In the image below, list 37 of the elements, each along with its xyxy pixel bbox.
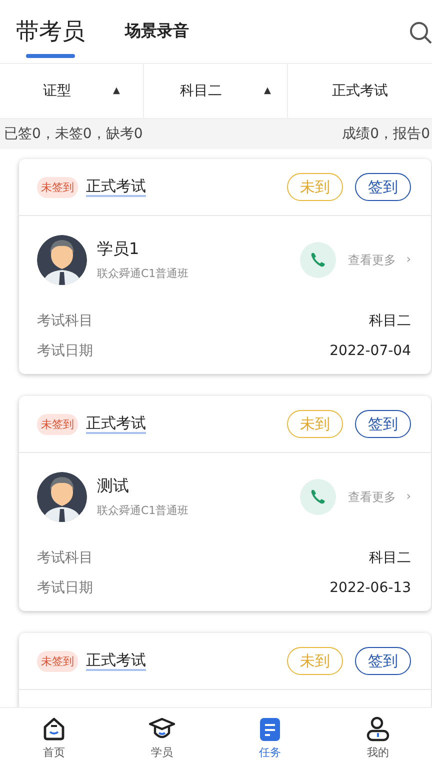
nav-tab[interactable]: 学员	[108, 708, 216, 768]
field-label: 考试日期	[37, 579, 93, 597]
field-value: 科目二	[369, 549, 411, 567]
field-value: 2022-06-13	[330, 580, 411, 596]
report-summary: 成绩0，报告0	[342, 125, 430, 143]
status-badge: 未签到	[37, 650, 78, 672]
user-icon	[365, 716, 391, 742]
field-label: 考试日期	[37, 342, 93, 360]
field-label: 考试科目	[37, 312, 93, 330]
avatar	[37, 235, 87, 285]
exam-type: 正式考试	[86, 414, 146, 434]
avatar	[37, 472, 87, 522]
nav-tab[interactable]: 任务	[216, 708, 324, 768]
sign-in-summary: 已签0，未签0，缺考0	[4, 125, 143, 143]
nav-tab[interactable]: 首页	[0, 708, 108, 768]
header-tab[interactable]: 场景录音	[125, 0, 189, 64]
class-name: 联众舜通C1普通班	[97, 503, 189, 518]
class-name: 联众舜通C1普通班	[97, 266, 189, 281]
clipboard-icon	[257, 716, 283, 742]
status-badge: 未签到	[37, 176, 78, 198]
status-badge: 未签到	[37, 414, 78, 434]
sign-in-button[interactable]: 签到	[355, 410, 411, 438]
field-value: 科目二	[369, 312, 411, 330]
sign-in-button[interactable]: 签到	[355, 173, 411, 201]
sign-in-button[interactable]: 签到	[355, 647, 411, 675]
exam-type: 正式考试	[86, 177, 146, 197]
nav-tab[interactable]: 我的	[324, 708, 432, 768]
header-tab[interactable]: 带考员	[16, 0, 85, 64]
search-icon[interactable]	[408, 20, 432, 44]
student-name: 学员1	[97, 239, 140, 260]
field-value: 2022-07-04	[330, 343, 411, 359]
phone-icon[interactable]	[300, 242, 336, 278]
field-label: 考试科目	[37, 549, 93, 567]
exam-type: 正式考试	[86, 651, 146, 671]
student-name: 测试	[97, 476, 130, 497]
phone-icon[interactable]	[300, 479, 336, 515]
home-icon	[41, 716, 67, 742]
